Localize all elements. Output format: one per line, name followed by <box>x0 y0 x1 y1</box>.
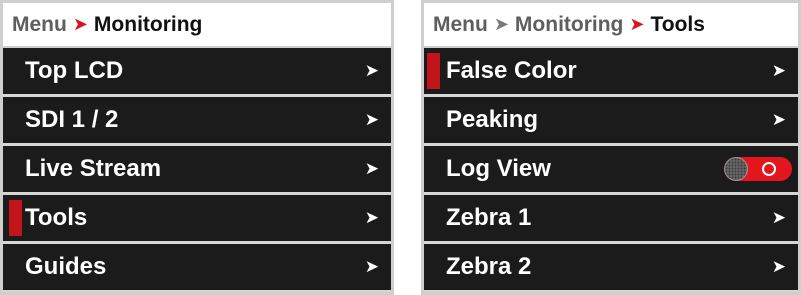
menu-item-label: Tools <box>25 204 88 231</box>
menu-item-label: Log View <box>446 155 551 182</box>
menu-item-peaking[interactable]: Peaking ➤ <box>424 97 798 143</box>
menu-item-label: SDI 1 / 2 <box>25 106 119 133</box>
chevron-right-icon: ➤ <box>364 208 379 227</box>
menu-item-top-lcd[interactable]: Top LCD ➤ <box>3 48 391 94</box>
menu-item-label: Peaking <box>446 106 539 133</box>
breadcrumb: Menu ➤ Monitoring <box>3 3 391 48</box>
menu-item-label: False Color <box>446 57 577 84</box>
chevron-right-icon: ➤ <box>771 110 786 129</box>
chevron-right-icon: ➤ <box>364 61 379 80</box>
breadcrumb-root[interactable]: Menu <box>12 13 67 37</box>
chevron-right-icon: ➤ <box>771 208 786 227</box>
breadcrumb-current: Tools <box>650 12 705 36</box>
chevron-right-icon: ➤ <box>364 159 379 178</box>
selection-marker <box>9 200 22 236</box>
breadcrumb-arrow-icon: ➤ <box>493 14 509 34</box>
menu-item-zebra-1[interactable]: Zebra 1 ➤ <box>424 195 798 241</box>
breadcrumb-root[interactable]: Menu <box>433 13 488 37</box>
selection-marker <box>427 53 440 89</box>
breadcrumb-arrow-icon: ➤ <box>72 14 88 34</box>
menu-item-label: Zebra 1 <box>446 204 532 231</box>
log-view-toggle[interactable] <box>724 157 792 181</box>
breadcrumb-middle[interactable]: Monitoring <box>515 13 623 37</box>
menu-item-tools[interactable]: Tools ➤ <box>3 195 391 241</box>
breadcrumb-arrow-icon: ➤ <box>629 14 645 34</box>
menu-item-zebra-2[interactable]: Zebra 2 ➤ <box>424 244 798 290</box>
menu-item-label: Zebra 2 <box>446 253 532 280</box>
menu-item-guides[interactable]: Guides ➤ <box>3 244 391 290</box>
chevron-right-icon: ➤ <box>771 257 786 276</box>
chevron-right-icon: ➤ <box>364 257 379 276</box>
breadcrumb-current: Monitoring <box>93 12 203 36</box>
tools-menu-panel: Menu ➤ Monitoring ➤ Tools False Color ➤ … <box>421 0 801 295</box>
chevron-right-icon: ➤ <box>364 110 379 129</box>
menu-item-log-view[interactable]: Log View <box>424 146 798 192</box>
breadcrumb: Menu ➤ Monitoring ➤ Tools <box>424 3 798 48</box>
menu-item-label: Top LCD <box>25 57 124 84</box>
menu-item-label: Live Stream <box>25 155 162 182</box>
menu-item-label: Guides <box>25 253 107 280</box>
menu-item-sdi[interactable]: SDI 1 / 2 ➤ <box>3 97 391 143</box>
monitoring-menu-panel: Menu ➤ Monitoring Top LCD ➤ SDI 1 / 2 ➤ … <box>0 0 394 295</box>
menu-item-false-color[interactable]: False Color ➤ <box>424 48 798 94</box>
menu-item-live-stream[interactable]: Live Stream ➤ <box>3 146 391 192</box>
chevron-right-icon: ➤ <box>771 61 786 80</box>
toggle-knob-icon <box>724 157 748 181</box>
toggle-on-indicator-icon <box>762 162 776 176</box>
